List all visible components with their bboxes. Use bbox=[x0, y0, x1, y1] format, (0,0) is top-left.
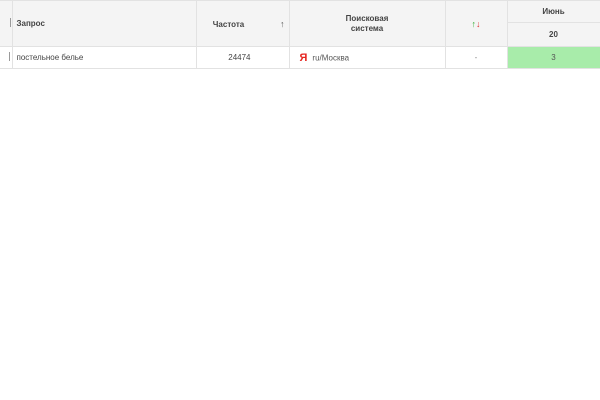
positions-table: Запрос Частота ↑ Поисковая система ↑↓ Ию… bbox=[0, 0, 600, 69]
checkbox-edge bbox=[7, 52, 10, 61]
column-header-change[interactable]: ↑↓ bbox=[444, 0, 508, 47]
yandex-icon: Я bbox=[299, 51, 308, 64]
row-checkbox[interactable] bbox=[0, 46, 13, 69]
arrow-down-icon: ↓ bbox=[476, 18, 481, 29]
sort-arrow-icon[interactable]: ↑ bbox=[280, 19, 285, 29]
engine-header-line1: Поисковая bbox=[345, 13, 389, 23]
frequency-header-label: Частота bbox=[212, 20, 245, 29]
column-header-search-engine[interactable]: Поисковая система bbox=[288, 0, 446, 47]
query-header-label: Запрос bbox=[16, 19, 45, 28]
checkbox-edge bbox=[8, 18, 11, 27]
column-header-month: Июнь bbox=[506, 0, 600, 23]
query-cell: постельное белье bbox=[11, 46, 197, 69]
column-header-frequency[interactable]: Частота ↑ bbox=[195, 0, 290, 47]
engine-cell: Яru/Москва bbox=[288, 46, 446, 69]
position-cell: 3 bbox=[506, 46, 600, 69]
table-row[interactable]: постельное белье 24474 Яru/Москва - 3 bbox=[0, 46, 600, 69]
column-header-query[interactable]: Запрос bbox=[11, 0, 197, 47]
frequency-cell: 24474 bbox=[195, 46, 290, 69]
engine-header-line2: система bbox=[350, 23, 384, 33]
month-label: Июнь bbox=[542, 7, 565, 16]
select-all-checkbox[interactable] bbox=[0, 0, 13, 47]
day-label: 20 bbox=[549, 30, 558, 39]
change-cell: - bbox=[444, 46, 508, 69]
region-label: ru/Москва bbox=[312, 53, 350, 62]
column-header-day[interactable]: 20 bbox=[506, 22, 600, 47]
